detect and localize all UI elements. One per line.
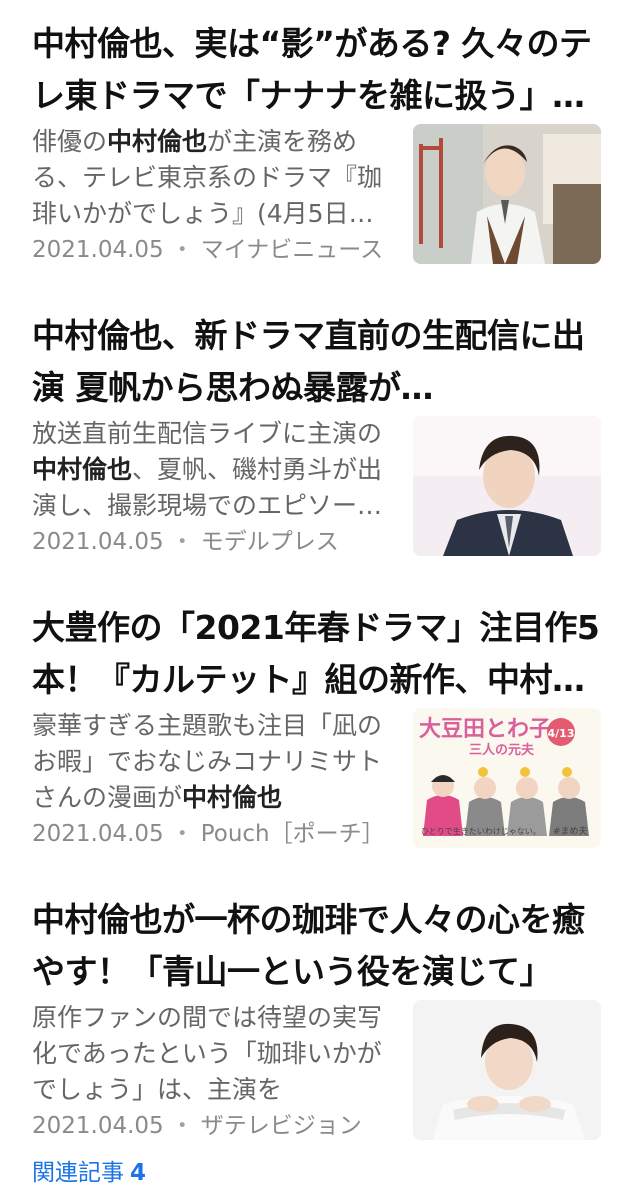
- article-date: 2021.04.05: [32, 1113, 164, 1139]
- article-source: マイナビニュース: [200, 237, 384, 263]
- article-headline[interactable]: 中村倫也、実は“影”がある? 久々のテレ東ドラマで「ナナナを雑に扱う」理由: [32, 18, 602, 122]
- article-card[interactable]: 大豊作の「2021年春ドラマ」注目作5本！『カルテット』組の新作、中村倫也 豪華…: [0, 584, 633, 874]
- article-card[interactable]: 中村倫也、新ドラマ直前の生配信に出演 夏帆から思わぬ暴露が… 放送直前生配信ライ…: [0, 292, 633, 582]
- article-source: ザテレビジョン: [200, 1113, 362, 1139]
- article-headline[interactable]: 大豊作の「2021年春ドラマ」注目作5本！『カルテット』組の新作、中村倫也: [32, 602, 602, 706]
- snippet-text: 原作ファンの間では待望の実写化であったという「珈琲いかがでしょう」は、主演を: [32, 1003, 383, 1104]
- related-label: 関連記事: [32, 1160, 124, 1186]
- related-articles-link[interactable]: 関連記事 4: [32, 1158, 146, 1188]
- article-snippet: 豪華すぎる主題歌も注目「凪のお暇」でおなじみコナリミサトさんの漫画が中村倫也: [32, 708, 394, 816]
- meta-separator: ・: [170, 821, 194, 847]
- article-meta: 2021.04.05 ・ Pouch［ポーチ］: [32, 820, 402, 848]
- article-headline[interactable]: 中村倫也が一杯の珈琲で人々の心を癒やす！「青山一という役を演じて」: [32, 894, 602, 998]
- article-meta: 2021.04.05 ・マイナビニュース: [32, 236, 402, 264]
- related-count: 4: [130, 1160, 147, 1186]
- article-thumbnail[interactable]: [413, 1000, 601, 1140]
- thumbnail-image-drama-poster: 大豆田とわ子 三人の元夫 4/13 ひとりで生きたいわけじゃない。 #まめ夫: [413, 708, 601, 848]
- thumbnail-image-cafe-man: [413, 124, 601, 264]
- article-date: 2021.04.05: [32, 821, 164, 847]
- snippet-highlight: 中村倫也: [107, 127, 208, 156]
- meta-separator: ・: [170, 237, 194, 263]
- article-meta: 2021.04.05 ・モデルプレス: [32, 528, 402, 556]
- snippet-highlight: 中村倫也: [32, 455, 133, 484]
- poster-date: 4/13: [548, 727, 575, 740]
- article-thumbnail[interactable]: [413, 124, 601, 264]
- article-snippet: 俳優の中村倫也が主演を務める、テレビ東京系のドラマ『珈琲いかがでしょう』(4月5…: [32, 124, 394, 232]
- article-snippet: 放送直前生配信ライブに主演の中村倫也、夏帆、磯村勇斗が出演し、撮影現場でのエピソ…: [32, 416, 394, 524]
- thumbnail-image-portrait: [413, 416, 601, 556]
- article-snippet: 原作ファンの間では待望の実写化であったという「珈琲いかがでしょう」は、主演を: [32, 1000, 394, 1108]
- article-thumbnail[interactable]: 大豆田とわ子 三人の元夫 4/13 ひとりで生きたいわけじゃない。 #まめ夫: [413, 708, 601, 848]
- article-date: 2021.04.05: [32, 529, 164, 555]
- poster-subtitle: 三人の元夫: [469, 742, 535, 758]
- article-date: 2021.04.05: [32, 237, 164, 263]
- snippet-text: 放送直前生配信ライブに主演の: [32, 419, 383, 448]
- article-source: Pouch［ポーチ］: [200, 821, 385, 847]
- poster-title: 大豆田とわ子: [419, 717, 551, 742]
- snippet-text: 俳優の: [32, 127, 108, 156]
- article-card[interactable]: 中村倫也、実は“影”がある? 久々のテレ東ドラマで「ナナナを雑に扱う」理由 俳優…: [0, 0, 633, 290]
- article-meta: 2021.04.05 ・ザテレビジョン: [32, 1112, 402, 1140]
- snippet-highlight: 中村倫也: [182, 783, 283, 812]
- poster-hashtag: #まめ夫: [553, 825, 588, 837]
- article-thumbnail[interactable]: [413, 416, 601, 556]
- article-card[interactable]: 中村倫也が一杯の珈琲で人々の心を癒やす！「青山一という役を演じて」 原作ファンの…: [0, 876, 633, 1166]
- article-headline[interactable]: 中村倫也、新ドラマ直前の生配信に出演 夏帆から思わぬ暴露が…: [32, 310, 602, 414]
- poster-caption: ひとりで生きたいわけじゃない。: [421, 826, 541, 836]
- meta-separator: ・: [170, 1113, 194, 1139]
- article-source: モデルプレス: [200, 529, 339, 555]
- meta-separator: ・: [170, 529, 194, 555]
- thumbnail-image-smiling-man: [413, 1000, 601, 1140]
